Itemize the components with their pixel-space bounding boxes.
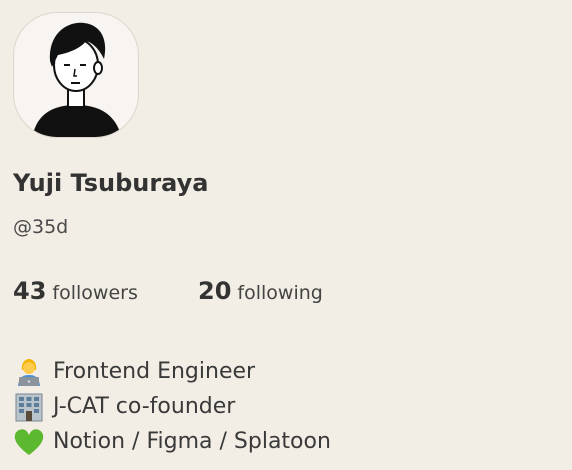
person-with-laptop-icon [13,357,45,387]
followers-label: followers [52,282,138,304]
following-link[interactable]: 20 following [198,277,323,305]
following-count: 20 [198,277,232,305]
followers-count: 43 [13,277,47,305]
bio-text: Frontend Engineer [53,359,256,384]
bio-text: J-CAT co-founder [53,394,236,419]
bio-line: Notion / Figma / Splatoon [13,424,331,459]
green-heart-icon [13,427,45,457]
profile-name: Yuji Tsuburaya [13,169,209,197]
bio-line: J-CAT co-founder [13,389,331,424]
following-label: following [237,282,323,304]
office-building-icon [13,392,45,422]
bio-text: Notion / Figma / Splatoon [53,429,331,454]
profile-handle: @35d [13,216,69,238]
followers-link[interactable]: 43 followers [13,277,138,305]
bio-line: Frontend Engineer [13,354,331,389]
avatar[interactable] [13,12,139,138]
avatar-illustration [32,22,122,137]
profile-bio: Frontend Engineer J-CAT co-founder Notio… [13,354,331,459]
